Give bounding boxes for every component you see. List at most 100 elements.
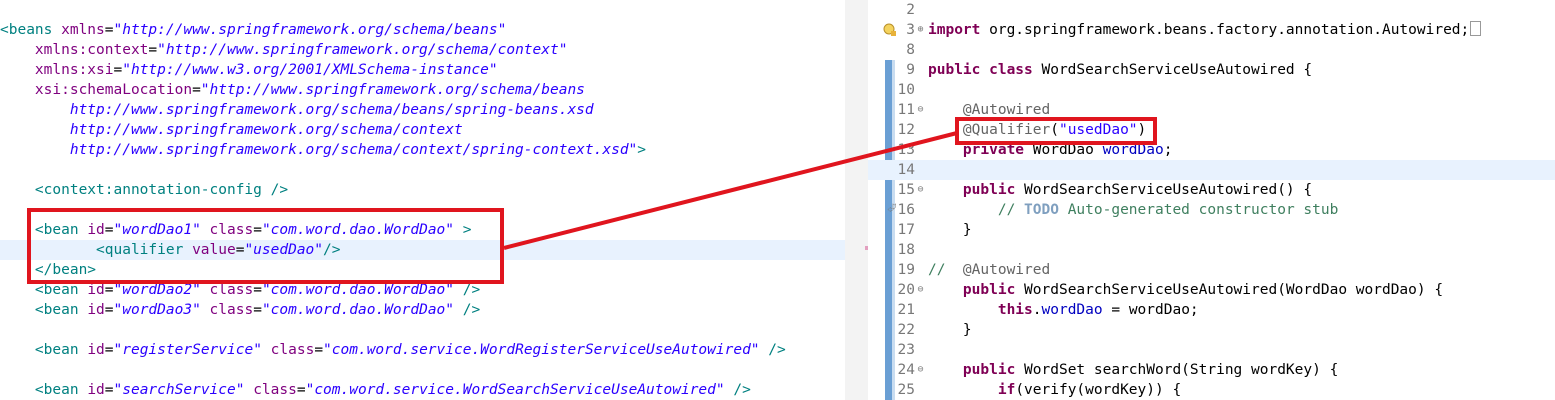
fold-collapse-icon[interactable]: ⊖ bbox=[915, 285, 926, 296]
xml-line-bean-register-service[interactable]: <bean id="registerService" class="com.wo… bbox=[0, 340, 845, 360]
equals: = bbox=[104, 22, 114, 38]
java-line-25[interactable]: 25 if(verify(wordKey)) { bbox=[868, 380, 1555, 400]
code-text: WordSet searchWord(String bbox=[1015, 362, 1252, 378]
line-number: 15 bbox=[897, 182, 915, 198]
pane-divider[interactable] bbox=[845, 0, 868, 400]
parameter-name: wordKey bbox=[1085, 382, 1147, 398]
xml-line-bean-search-service[interactable]: <bean id="searchService" class="com.word… bbox=[0, 380, 845, 400]
keyword: if bbox=[997, 382, 1016, 398]
comment: // bbox=[997, 202, 1025, 218]
java-line-19[interactable]: 19 // @Autowired bbox=[868, 260, 1555, 280]
java-line-18[interactable]: 18 bbox=[868, 240, 1555, 260]
line-number: 23 bbox=[897, 342, 915, 358]
attr-name: id bbox=[87, 382, 105, 398]
xml-line-schema-context[interactable]: http://www.springframework.org/schema/co… bbox=[0, 120, 845, 140]
xml-line-bean-worddao3[interactable]: <bean id="wordDao3" class="com.word.dao.… bbox=[0, 300, 845, 320]
parameter-name: wordKey bbox=[1251, 362, 1313, 378]
line-number: 14 bbox=[897, 162, 915, 178]
attr-value: "wordDao2" bbox=[113, 282, 201, 298]
fold-collapse-icon[interactable]: ⊖ bbox=[915, 365, 926, 376]
parameter-name: wordDao bbox=[1128, 302, 1190, 318]
keyword: public bbox=[962, 362, 1016, 378]
java-line-21[interactable]: 21 this.wordDao = wordDao; bbox=[868, 300, 1555, 320]
code-text: ) { bbox=[1312, 362, 1339, 378]
line-number: 16 bbox=[897, 202, 915, 218]
equals: = bbox=[296, 382, 306, 398]
tag-bean: <bean bbox=[34, 282, 88, 298]
tag-close: /> bbox=[454, 302, 481, 318]
java-line-3[interactable]: 3 ⊕ import org.springframework.beans.facto… bbox=[868, 20, 1555, 40]
code-text: } bbox=[962, 322, 972, 338]
java-line-16[interactable]: 16 // TODO Auto-generated constructor st… bbox=[868, 200, 1555, 220]
xml-line-beans-open[interactable]: <beans xmlns="http://www.springframework… bbox=[0, 20, 845, 40]
code-text: ; bbox=[1163, 142, 1173, 158]
java-line-14-current[interactable]: 14 bbox=[868, 160, 1555, 180]
comment: Auto-generated constructor stub bbox=[1058, 202, 1339, 218]
line-number: 13 bbox=[897, 142, 915, 158]
code-text: WordSearchServiceUseAutowired() { bbox=[1015, 182, 1313, 198]
highlight-box-qualifier-annotation bbox=[955, 117, 1157, 145]
equals: = bbox=[104, 342, 114, 358]
code-text: )) { bbox=[1146, 382, 1182, 398]
tag-close: /> bbox=[759, 342, 786, 358]
xml-line-schema-context-xsd[interactable]: http://www.springframework.org/schema/co… bbox=[0, 140, 845, 160]
code-text: (verify( bbox=[1015, 382, 1086, 398]
tag-beans: <beans bbox=[0, 22, 62, 38]
xml-line-context-ns[interactable]: xmlns:context="http://www.springframewor… bbox=[0, 40, 845, 60]
code-text: } bbox=[962, 222, 972, 238]
equals: = bbox=[148, 42, 158, 58]
attr-value: http://www.springframework.org/schema/co… bbox=[69, 122, 463, 138]
code-text: . bbox=[1032, 302, 1042, 318]
attr-name: id bbox=[87, 342, 105, 358]
xml-line-schema-location[interactable]: xsi:schemaLocation="http://www.springfra… bbox=[0, 80, 845, 100]
tag-bean: <bean bbox=[34, 382, 88, 398]
fold-collapse-icon[interactable]: ⊖ bbox=[915, 185, 926, 196]
equals: = bbox=[104, 382, 114, 398]
java-line-15[interactable]: 15 ⊖ public WordSearchServiceUseAutowired… bbox=[868, 180, 1555, 200]
java-line-20[interactable]: 20 ⊖ public WordSearchServiceUseAutowired… bbox=[868, 280, 1555, 300]
java-line-8[interactable]: 8 bbox=[868, 40, 1555, 60]
annotation: @Autowired bbox=[962, 102, 1051, 118]
code-text: WordSearchServiceUseAutowired { bbox=[1032, 62, 1313, 78]
attr-value: "http://www.springframework.org/schema/c… bbox=[157, 42, 568, 58]
equals: = bbox=[113, 62, 123, 78]
xml-line-schema-beans-xsd[interactable]: http://www.springframework.org/schema/be… bbox=[0, 100, 845, 120]
java-line-17[interactable]: 17 } bbox=[868, 220, 1555, 240]
folded-imports-icon[interactable] bbox=[1470, 21, 1482, 36]
java-line-23[interactable]: 23 bbox=[868, 340, 1555, 360]
java-line-24[interactable]: 24 ⊖ public WordSet searchWord(String wor… bbox=[868, 360, 1555, 380]
attr-value: "com.word.service.WordRegisterServiceUse… bbox=[323, 342, 760, 358]
attr-value: "http://www.springframework.org/schema/b… bbox=[113, 22, 507, 38]
line-number: 18 bbox=[897, 242, 915, 258]
code-text: WordSearchServiceUseAutowired(WordDao bbox=[1015, 282, 1356, 298]
line-number: 21 bbox=[897, 302, 915, 318]
tag-annotation-config: <context:annotation-config /> bbox=[34, 182, 289, 198]
java-line-10[interactable]: 10 bbox=[868, 80, 1555, 100]
comment: // bbox=[928, 262, 946, 278]
fold-collapse-icon[interactable]: ⊖ bbox=[915, 105, 926, 116]
attr-value: "wordDao3" bbox=[113, 302, 201, 318]
java-line-22[interactable]: 22 } bbox=[868, 320, 1555, 340]
parameter-name: wordDao bbox=[1355, 282, 1417, 298]
tag-close: /> bbox=[724, 382, 751, 398]
equals: = bbox=[104, 302, 114, 318]
java-line-9[interactable]: 9 public class WordSearchServiceUseAutowi… bbox=[868, 60, 1555, 80]
attr-name: class bbox=[244, 382, 297, 398]
attr-value: "searchService" bbox=[113, 382, 245, 398]
keyword: public class bbox=[928, 62, 1033, 78]
line-number: 11 bbox=[897, 102, 915, 118]
tag-close: > bbox=[637, 142, 647, 158]
equals: = bbox=[253, 282, 262, 298]
line-number: 2 bbox=[906, 2, 915, 18]
equals: = bbox=[253, 302, 262, 318]
fold-expand-icon[interactable]: ⊕ bbox=[915, 25, 926, 36]
java-line-2[interactable]: 2 bbox=[868, 0, 1555, 20]
xml-line-annotation-config[interactable]: <context:annotation-config /> bbox=[0, 180, 845, 200]
xml-editor-pane[interactable]: <beans xmlns="http://www.springframework… bbox=[0, 0, 845, 400]
line-number: 24 bbox=[897, 362, 915, 378]
attr-value: "http://www.springframework.org/schema/b… bbox=[200, 82, 585, 98]
attr-name: xmlns bbox=[61, 22, 105, 38]
annotation: @Autowired bbox=[945, 262, 1051, 278]
java-editor-pane[interactable]: ⮰ 2 3 ⊕ import org.springframework.beans.f… bbox=[868, 0, 1555, 400]
xml-line-xsi-ns[interactable]: xmlns:xsi="http://www.w3.org/2001/XMLSch… bbox=[0, 60, 845, 80]
